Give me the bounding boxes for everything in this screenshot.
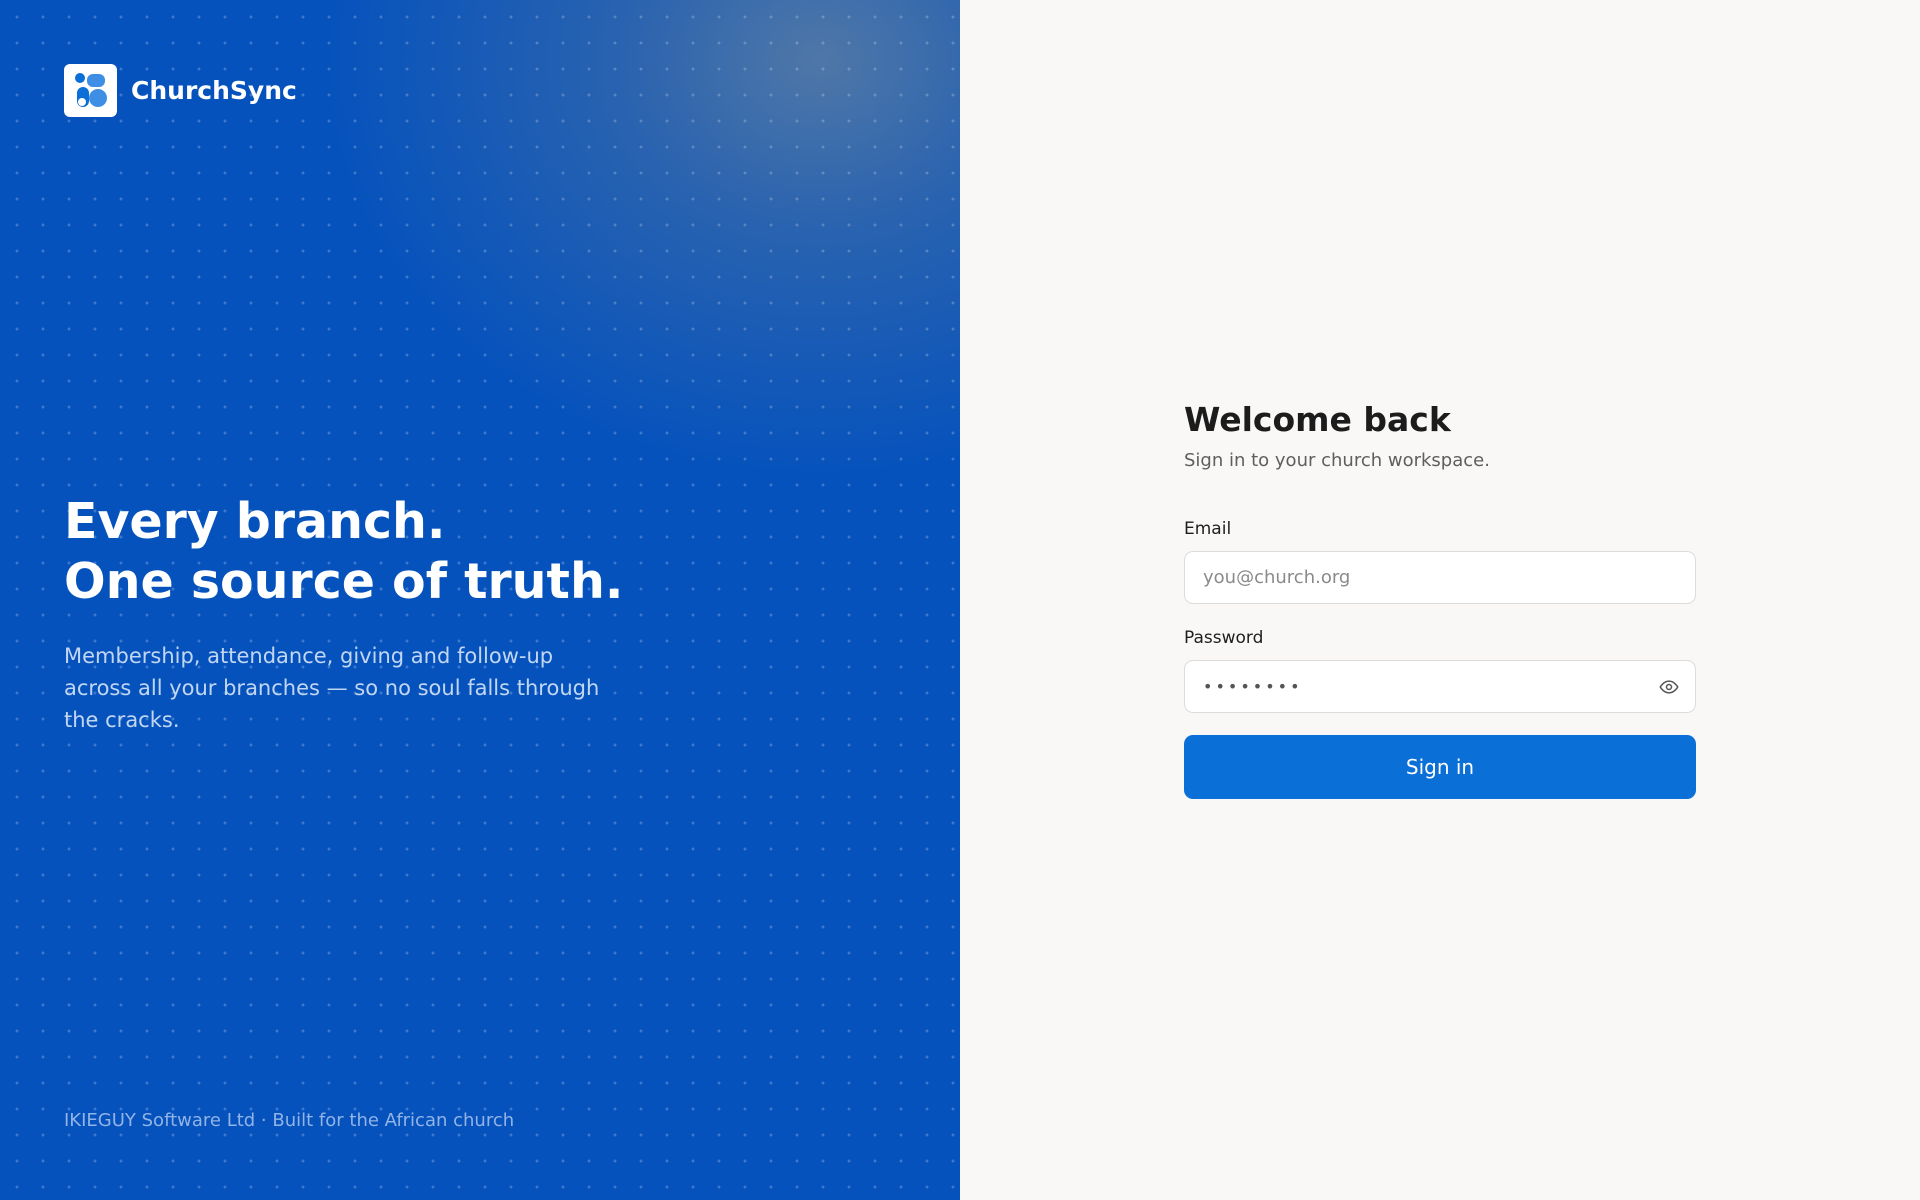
login-page: ChurchSync Every branch. One source of t… <box>0 0 1920 1200</box>
email-field[interactable] <box>1185 552 1695 603</box>
email-field-wrapper <box>1184 551 1696 604</box>
sign-in-form: Welcome back Sign in to your church work… <box>1184 398 1696 799</box>
churchsync-logo-icon <box>64 64 117 117</box>
form-panel: Welcome back Sign in to your church work… <box>960 0 1920 1200</box>
form-subtitle: Sign in to your church workspace. <box>1184 450 1490 471</box>
brand-logo: ChurchSync <box>64 64 297 117</box>
hero-headline: Every branch. One source of truth. <box>64 492 764 612</box>
brand-name: ChurchSync <box>131 76 297 105</box>
password-label: Password <box>1184 628 1264 648</box>
sign-in-button[interactable]: Sign in <box>1184 735 1696 799</box>
footer-credit: IKIEGUY Software Ltd · Built for the Afr… <box>64 1110 515 1131</box>
headline-line-1: Every branch. <box>64 493 446 550</box>
headline-line-2: One source of truth. <box>64 553 624 610</box>
password-field-wrapper <box>1184 660 1696 713</box>
hero-tagline: Membership, attendance, giving and follo… <box>64 644 600 732</box>
password-field[interactable] <box>1185 661 1695 712</box>
eye-icon[interactable] <box>1657 675 1681 699</box>
email-label: Email <box>1184 519 1232 539</box>
brand-panel: ChurchSync Every branch. One source of t… <box>0 0 960 1200</box>
form-title: Welcome back <box>1184 400 1451 439</box>
hero: Every branch. One source of truth. Membe… <box>64 492 764 736</box>
